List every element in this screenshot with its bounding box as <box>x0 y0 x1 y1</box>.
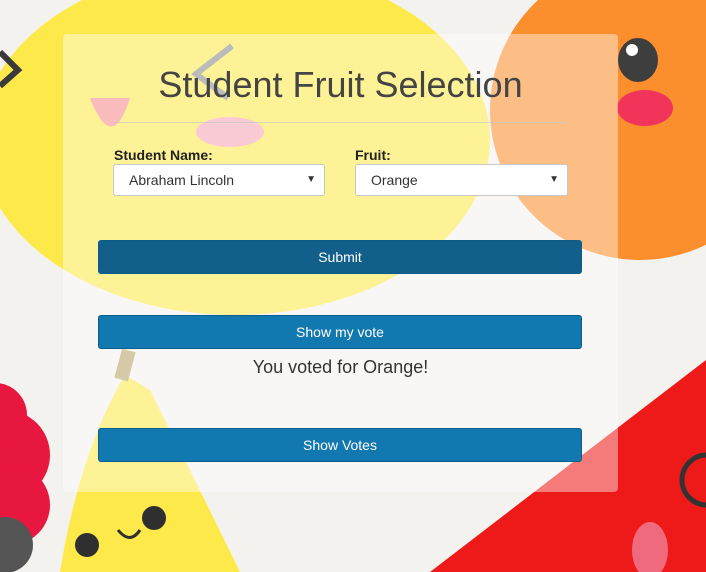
fruit-value: Orange <box>371 172 418 188</box>
title-divider <box>113 122 568 123</box>
chevron-down-icon: ▼ <box>306 174 316 185</box>
show-my-vote-button[interactable]: Show my vote <box>98 315 582 349</box>
vote-result-message: You voted for Orange! <box>252 357 429 377</box>
fruit-label: Fruit: <box>355 147 391 163</box>
show-votes-button[interactable]: Show Votes <box>98 428 582 462</box>
student-name-select[interactable]: Abraham Lincoln ▼ <box>113 164 325 196</box>
submit-button[interactable]: Submit <box>98 240 582 274</box>
form-panel: Student Fruit Selection Student Name: Ab… <box>63 34 618 492</box>
fruit-select[interactable]: Orange ▼ <box>355 164 568 196</box>
orange-eye <box>618 38 658 82</box>
student-name-value: Abraham Lincoln <box>129 172 235 188</box>
chevron-down-icon: ▼ <box>549 174 559 185</box>
student-name-label: Student Name: <box>114 147 213 163</box>
page-title: Student Fruit Selection <box>158 64 523 105</box>
